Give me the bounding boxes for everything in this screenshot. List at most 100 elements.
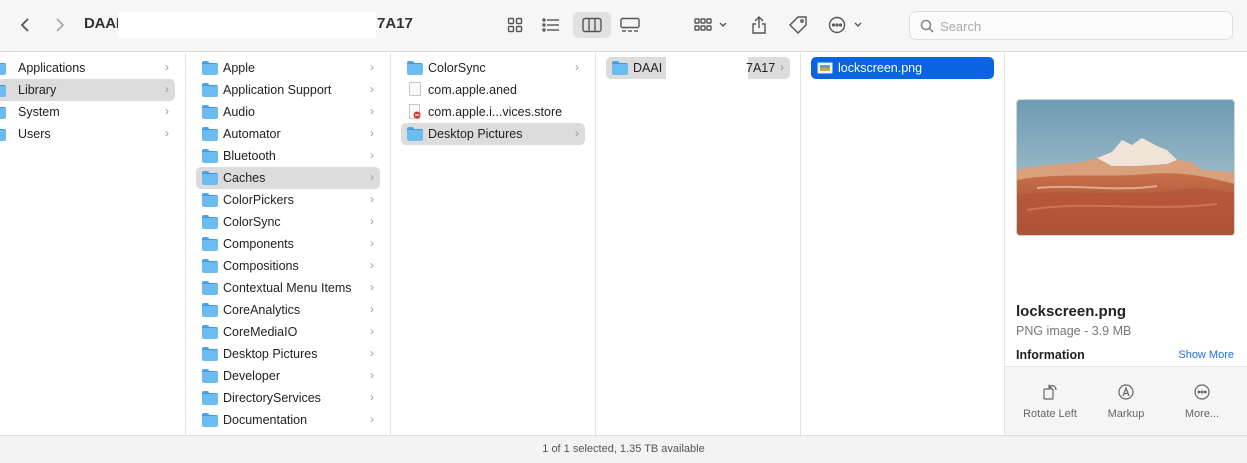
- list-item[interactable]: Bluetooth ›: [196, 145, 380, 167]
- tag-icon: [789, 16, 807, 34]
- folder-icon: [202, 325, 218, 339]
- list-item[interactable]: ColorSync ›: [196, 211, 380, 233]
- list-item-label: Contextual Menu Items: [223, 281, 352, 295]
- list-item[interactable]: System ›: [0, 101, 175, 123]
- list-item[interactable]: Library ›: [0, 79, 175, 101]
- show-more-link[interactable]: Show More: [1178, 349, 1234, 361]
- forward-button[interactable]: [49, 14, 71, 36]
- folder-icon: [202, 259, 218, 273]
- column-image-folder: lockscreen.png: [801, 53, 1005, 435]
- list-item[interactable]: Applications ›: [0, 57, 175, 79]
- ellipsis-circle-icon: [828, 16, 862, 34]
- folder-icon: [0, 83, 6, 97]
- window-title: DAAI: [84, 15, 120, 32]
- folder-icon: [202, 215, 218, 229]
- redaction: [666, 57, 748, 79]
- list-item-label: Caches: [223, 171, 266, 185]
- folder-icon: [202, 369, 218, 383]
- folder-icon: [202, 61, 218, 75]
- chevron-right-icon: ›: [370, 390, 374, 404]
- list-item[interactable]: CoreMediaIO ›: [196, 321, 380, 343]
- search-field[interactable]: [909, 11, 1233, 40]
- rotate-left-button[interactable]: Rotate Left: [1012, 367, 1088, 436]
- search-input[interactable]: [940, 16, 1220, 36]
- chevron-right-icon: [56, 18, 65, 32]
- list-item-label: Users: [18, 127, 51, 141]
- column-view-button[interactable]: [573, 12, 611, 38]
- group-by-button[interactable]: [690, 12, 732, 38]
- share-button[interactable]: [746, 12, 772, 38]
- list-item-label: Apple: [223, 61, 255, 75]
- list-item[interactable]: ColorSync ›: [401, 57, 585, 79]
- list-item[interactable]: Components ›: [196, 233, 380, 255]
- list-item[interactable]: Apple ›: [196, 57, 380, 79]
- redaction: [118, 12, 376, 38]
- list-item-label: Applications: [18, 61, 86, 75]
- chevron-right-icon: ›: [370, 214, 374, 228]
- more-actions-button[interactable]: [826, 12, 868, 38]
- list-item-label: Desktop Pictures: [428, 127, 523, 141]
- group-by-icon: [694, 18, 727, 31]
- list-item[interactable]: Caches ›: [196, 167, 380, 189]
- markup-button[interactable]: Markup: [1088, 367, 1164, 436]
- more-label: More...: [1184, 408, 1220, 420]
- list-item[interactable]: CoreAnalytics ›: [196, 299, 380, 321]
- gallery-view-icon: [620, 17, 640, 32]
- folder-icon: [202, 347, 218, 361]
- preview-info-heading: Information: [1016, 348, 1085, 362]
- list-item-label: Application Support: [223, 83, 332, 97]
- list-item-label: CoreAnalytics: [223, 303, 301, 317]
- chevron-right-icon: ›: [165, 126, 169, 140]
- list-item[interactable]: Contextual Menu Items ›: [196, 277, 380, 299]
- list-item[interactable]: com.apple.i...vices.store: [401, 101, 585, 123]
- window-title-end: 7A17: [377, 15, 413, 32]
- list-item[interactable]: com.apple.aned: [401, 79, 585, 101]
- chevron-right-icon: ›: [370, 148, 374, 162]
- chevron-right-icon: ›: [370, 324, 374, 338]
- list-item-label: Compositions: [223, 259, 299, 273]
- list-item[interactable]: ColorPickers ›: [196, 189, 380, 211]
- markup-label: Markup: [1107, 408, 1145, 420]
- chevron-right-icon: ›: [165, 60, 169, 74]
- list-item[interactable]: Audio ›: [196, 101, 380, 123]
- icon-view-button[interactable]: [502, 12, 528, 38]
- list-item[interactable]: Automator ›: [196, 123, 380, 145]
- list-item-label: com.apple.i...vices.store: [428, 105, 563, 119]
- back-button[interactable]: [14, 14, 36, 36]
- chevron-right-icon: ›: [370, 60, 374, 74]
- chevron-right-icon: ›: [370, 280, 374, 294]
- share-icon: [752, 16, 766, 34]
- more-button[interactable]: More...: [1164, 367, 1240, 436]
- list-item[interactable]: Users ›: [0, 123, 175, 145]
- list-item-label: Developer: [223, 369, 280, 383]
- chevron-right-icon: ›: [370, 192, 374, 206]
- folder-icon: [202, 193, 218, 207]
- folder-icon: [0, 61, 6, 75]
- gallery-view-button[interactable]: [616, 12, 644, 38]
- list-item[interactable]: Compositions ›: [196, 255, 380, 277]
- list-item-label: System: [18, 105, 60, 119]
- list-item-label: ColorPickers: [223, 193, 294, 207]
- list-view-button[interactable]: [537, 12, 565, 38]
- list-item[interactable]: DirectoryServices ›: [196, 387, 380, 409]
- list-view-icon: [542, 18, 559, 32]
- list-item[interactable]: Desktop Pictures ›: [401, 123, 585, 145]
- list-item[interactable]: lockscreen.png: [811, 57, 994, 79]
- list-item-label-end: 7A17: [746, 61, 776, 75]
- folder-icon: [202, 83, 218, 97]
- list-item[interactable]: Developer ›: [196, 365, 380, 387]
- list-item[interactable]: DAAI 7A17 ›: [606, 57, 790, 79]
- chevron-right-icon: ›: [370, 368, 374, 382]
- folder-icon: [407, 61, 423, 75]
- image-thumbnail[interactable]: [1016, 99, 1235, 236]
- chevron-right-icon: ›: [575, 60, 579, 74]
- list-item[interactable]: Documentation ›: [196, 409, 380, 431]
- folder-icon: [202, 149, 218, 163]
- preview-file-name: lockscreen.png: [1016, 303, 1127, 320]
- list-item[interactable]: Application Support ›: [196, 79, 380, 101]
- preview-actions: Rotate Left Markup More...: [1005, 366, 1247, 435]
- list-item[interactable]: Desktop Pictures ›: [196, 343, 380, 365]
- tag-button[interactable]: [785, 12, 811, 38]
- chevron-right-icon: ›: [370, 170, 374, 184]
- column-view-icon: [582, 17, 602, 33]
